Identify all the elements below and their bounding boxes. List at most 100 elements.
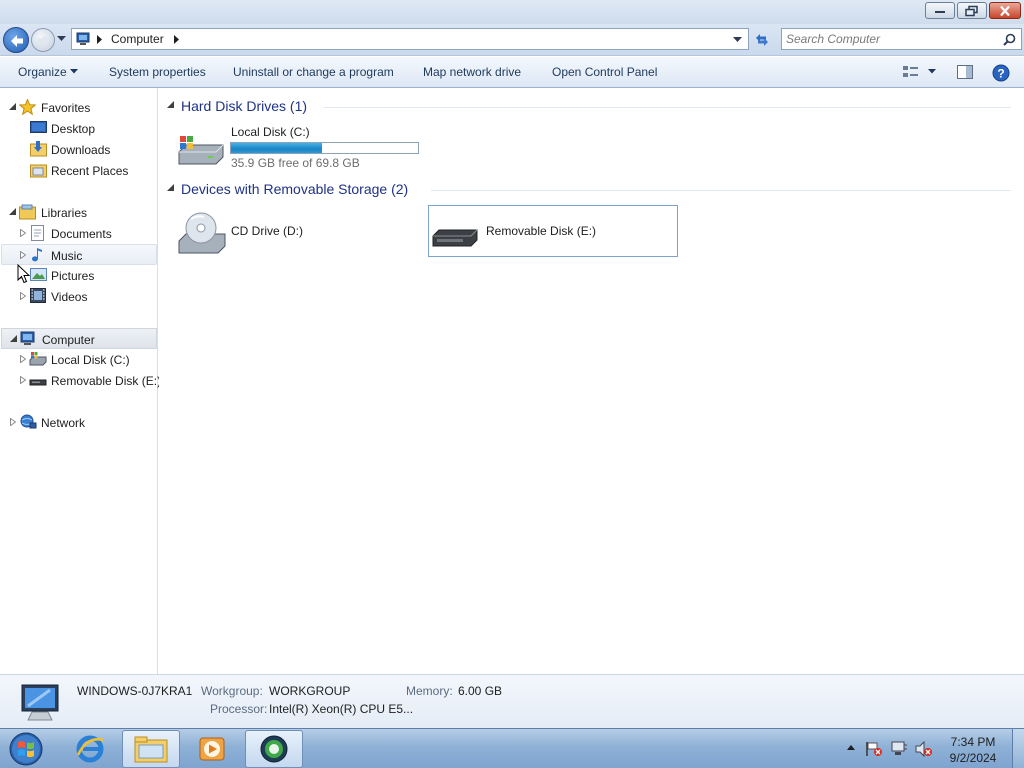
network-status-icon[interactable] <box>890 741 908 757</box>
tree-label-favorites: Favorites <box>41 101 91 115</box>
group-divider <box>431 190 1011 191</box>
chevron-right-icon[interactable] <box>97 35 103 44</box>
refresh-icon <box>756 34 768 46</box>
taskbar-media-player[interactable] <box>183 730 241 768</box>
taskbar-internet-explorer[interactable] <box>61 730 119 768</box>
tree-item-recent-places[interactable]: Recent Places <box>1 160 157 181</box>
close-button[interactable] <box>989 2 1021 19</box>
collapse-group-icon[interactable] <box>167 101 174 108</box>
organize-button[interactable]: Organize <box>18 65 67 79</box>
cd-drive-icon <box>178 212 226 254</box>
refresh-button[interactable] <box>751 29 773 51</box>
tree-label-videos: Videos <box>51 290 88 304</box>
star-icon <box>19 99 36 115</box>
navigation-bar: Computer <box>0 24 1024 56</box>
tree-label-pictures: Pictures <box>51 269 95 283</box>
memory-value: 6.00 GB <box>458 684 503 698</box>
drive-tile-removable-disk-e[interactable]: Removable Disk (E:) <box>428 205 678 257</box>
hard-drive-windows-icon <box>178 136 224 165</box>
workgroup-label: Workgroup: <box>201 684 263 698</box>
tree-network[interactable]: Network <box>1 412 157 433</box>
expand-open-icon[interactable] <box>9 103 16 110</box>
tree-favorites[interactable]: Favorites <box>1 97 157 118</box>
change-view-icon[interactable] <box>902 64 920 80</box>
tree-item-documents[interactable]: Documents <box>1 223 157 244</box>
disk-usage-fill <box>231 143 322 153</box>
navigation-pane: Favorites Desktop Downloads Recent Place… <box>0 88 161 674</box>
tree-item-local-disk-c[interactable]: Local Disk (C:) <box>1 349 157 370</box>
expand-open-icon[interactable] <box>10 335 17 342</box>
address-dropdown-icon[interactable] <box>733 37 742 43</box>
forward-button[interactable] <box>31 28 55 52</box>
expand-closed-icon[interactable] <box>20 251 26 259</box>
tree-item-music[interactable]: Music <box>1 244 157 265</box>
tree-libraries[interactable]: Libraries <box>1 202 157 223</box>
computer-icon <box>76 32 90 45</box>
group-header-hard-disks: Hard Disk Drives (1) <box>181 98 308 114</box>
tree-item-desktop[interactable]: Desktop <box>1 118 157 139</box>
volume-muted-icon[interactable] <box>915 741 933 757</box>
expand-closed-icon[interactable] <box>20 376 26 384</box>
tree-label-recent-places: Recent Places <box>51 164 129 178</box>
expand-closed-icon[interactable] <box>20 292 26 300</box>
close-icon <box>1000 5 1010 16</box>
action-center-flag-icon[interactable] <box>865 741 883 757</box>
taskbar-unknown-app[interactable] <box>245 730 303 768</box>
tree-item-videos[interactable]: Videos <box>1 286 157 307</box>
expand-closed-icon[interactable] <box>20 229 26 237</box>
group-header-removable: Devices with Removable Storage (2) <box>181 181 409 197</box>
collapse-group-icon[interactable] <box>167 184 174 191</box>
documents-icon <box>31 225 44 241</box>
windows-explorer-icon <box>134 736 168 763</box>
address-segment-computer[interactable]: Computer <box>111 32 164 46</box>
show-desktop-button[interactable] <box>1012 729 1024 768</box>
address-bar[interactable]: Computer <box>71 28 749 50</box>
tree-label-network: Network <box>41 416 86 430</box>
removable-disk-icon <box>432 229 478 247</box>
group-removable-storage[interactable]: Devices with Removable Storage (2) <box>159 180 1019 200</box>
preview-pane-icon[interactable] <box>957 65 974 80</box>
hard-drive-windows-icon <box>29 352 47 366</box>
back-button[interactable] <box>3 27 29 53</box>
workgroup-value: WORKGROUP <box>269 684 351 698</box>
processor-label: Processor: <box>210 702 268 716</box>
drive-tile-local-disk-c[interactable]: Local Disk (C:) 35.9 GB free of 69.8 GB <box>173 118 423 170</box>
downloads-folder-icon <box>30 141 47 157</box>
minimize-button[interactable] <box>925 2 955 19</box>
restore-button[interactable] <box>957 2 987 19</box>
chevron-down-icon[interactable] <box>70 69 78 74</box>
content-area: Hard Disk Drives (1) Local Disk (C:) 35.… <box>159 88 1024 674</box>
tree-item-removable-disk-e[interactable]: Removable Disk (E:) <box>1 370 161 391</box>
help-icon[interactable]: ? <box>992 64 1010 82</box>
show-hidden-icons-icon[interactable] <box>847 745 855 750</box>
search-icon[interactable] <box>1003 33 1016 46</box>
drive-tile-cd-drive-d[interactable]: CD Drive (D:) <box>173 205 423 257</box>
group-hard-disk-drives[interactable]: Hard Disk Drives (1) <box>159 97 1019 117</box>
libraries-icon <box>19 204 36 220</box>
svg-text:?: ? <box>997 67 1004 81</box>
tree-item-downloads[interactable]: Downloads <box>1 139 157 160</box>
tree-computer[interactable]: Computer <box>1 328 157 349</box>
music-note-icon <box>32 248 42 262</box>
uninstall-program-button[interactable]: Uninstall or change a program <box>233 65 394 79</box>
search-input[interactable] <box>786 31 996 47</box>
system-properties-button[interactable]: System properties <box>109 65 206 79</box>
recent-pages-dropdown-icon[interactable] <box>57 36 66 42</box>
tree-label-desktop: Desktop <box>51 122 96 136</box>
pictures-icon <box>30 268 47 281</box>
system-clock[interactable]: 7:34 PM 9/2/2024 <box>940 734 1006 766</box>
start-button[interactable] <box>6 730 46 768</box>
expand-closed-icon[interactable] <box>10 418 16 426</box>
taskbar-windows-explorer[interactable] <box>122 730 180 768</box>
expand-closed-icon[interactable] <box>20 355 26 363</box>
tree-label-removable-disk-e: Removable Disk (E:) <box>51 374 162 388</box>
view-options-dropdown-icon[interactable] <box>928 69 936 74</box>
expand-open-icon[interactable] <box>9 208 16 215</box>
taskbar: 7:34 PM 9/2/2024 <box>0 728 1024 768</box>
open-control-panel-button[interactable]: Open Control Panel <box>552 65 657 79</box>
chevron-right-icon[interactable] <box>174 35 180 44</box>
search-box[interactable] <box>781 28 1022 50</box>
map-network-drive-button[interactable]: Map network drive <box>423 65 521 79</box>
clock-time: 7:34 PM <box>950 735 996 749</box>
videos-filmstrip-icon <box>30 288 46 303</box>
